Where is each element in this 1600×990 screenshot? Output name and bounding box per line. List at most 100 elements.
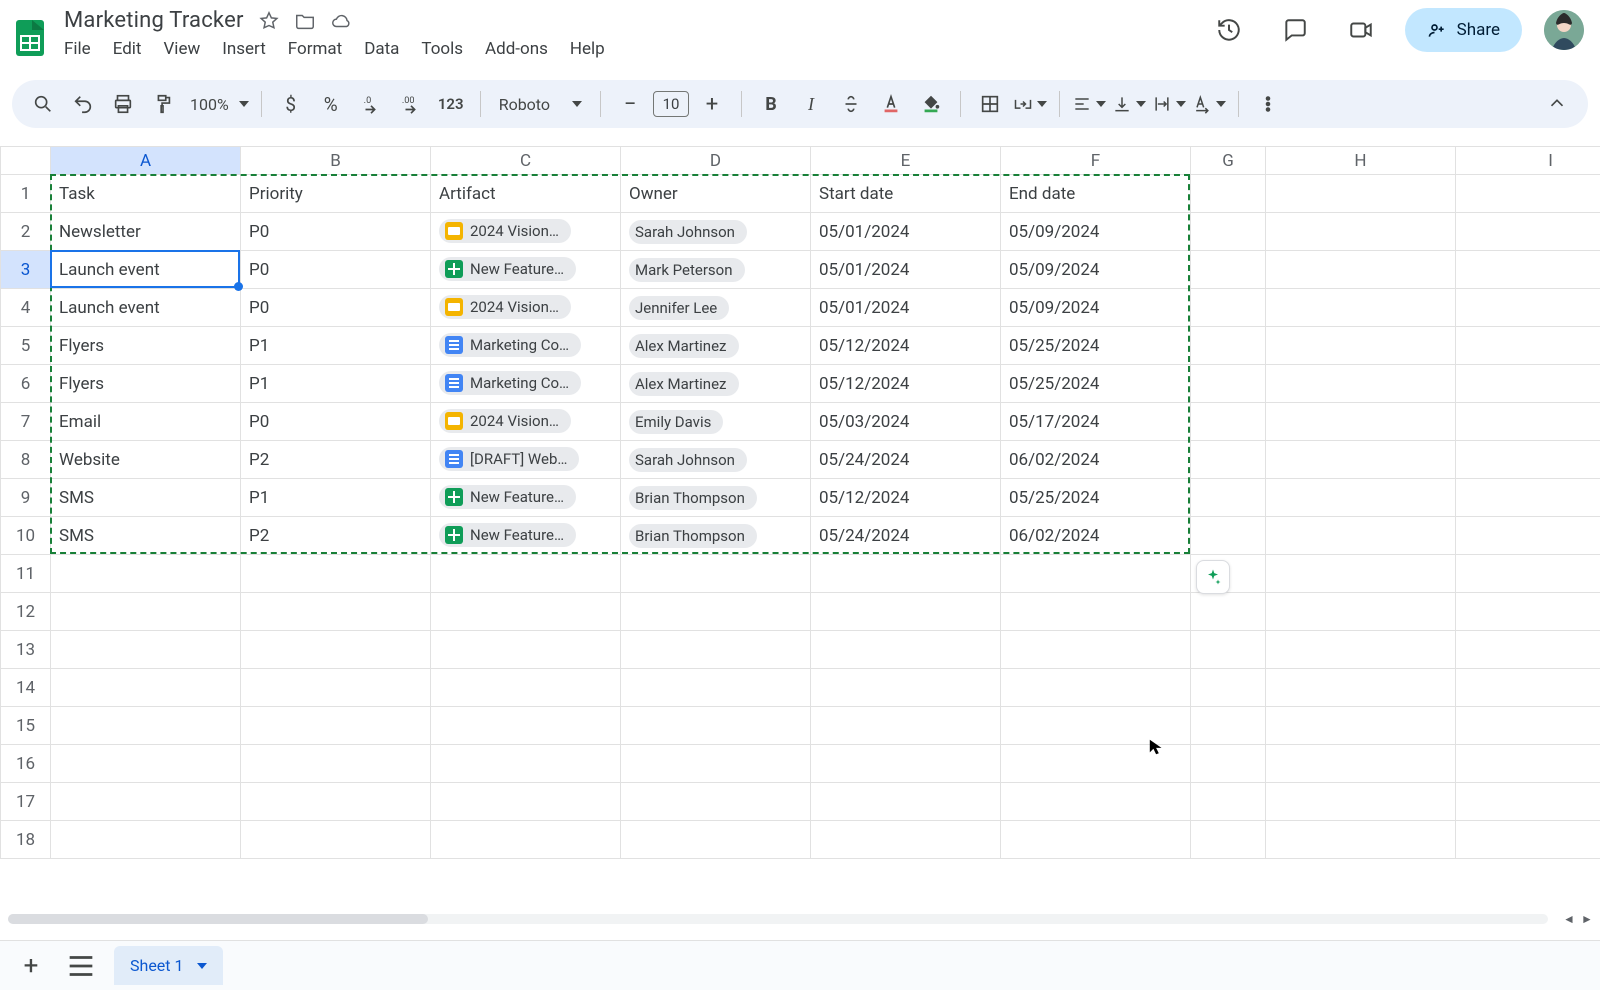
cell-C12[interactable] xyxy=(431,593,621,631)
cell-H10[interactable] xyxy=(1266,517,1456,555)
cell-C2[interactable]: 2024 Vision… xyxy=(431,213,621,251)
cell-I14[interactable] xyxy=(1456,669,1600,707)
cell-H16[interactable] xyxy=(1266,745,1456,783)
cell-B11[interactable] xyxy=(241,555,431,593)
increase-font-size-icon[interactable]: + xyxy=(695,87,729,121)
cell-C18[interactable] xyxy=(431,821,621,859)
cell-E4[interactable]: 05/01/2024 xyxy=(811,289,1001,327)
cell-D14[interactable] xyxy=(621,669,811,707)
print-icon[interactable] xyxy=(106,87,140,121)
cell-D17[interactable] xyxy=(621,783,811,821)
cell-F7[interactable]: 05/17/2024 xyxy=(1001,403,1191,441)
cell-B6[interactable]: P1 xyxy=(241,365,431,403)
cell-C5[interactable]: Marketing Co… xyxy=(431,327,621,365)
cell-H15[interactable] xyxy=(1266,707,1456,745)
cell-F4[interactable]: 05/09/2024 xyxy=(1001,289,1191,327)
cell-G10[interactable] xyxy=(1191,517,1266,555)
all-sheets-icon[interactable] xyxy=(64,949,98,983)
row-header-8[interactable]: 8 xyxy=(1,441,51,479)
cell-H7[interactable] xyxy=(1266,403,1456,441)
row-header-9[interactable]: 9 xyxy=(1,479,51,517)
column-header-C[interactable]: C xyxy=(431,147,621,175)
cell-D6[interactable]: Alex Martinez xyxy=(621,365,811,403)
cell-A3[interactable]: Launch event xyxy=(51,251,241,289)
cell-E10[interactable]: 05/24/2024 xyxy=(811,517,1001,555)
cell-F15[interactable] xyxy=(1001,707,1191,745)
column-header-H[interactable]: H xyxy=(1266,147,1456,175)
scroll-left-icon[interactable]: ◄ xyxy=(1562,912,1576,926)
paint-format-icon[interactable] xyxy=(146,87,180,121)
cell-I10[interactable] xyxy=(1456,517,1600,555)
cell-E17[interactable] xyxy=(811,783,1001,821)
cell-F16[interactable] xyxy=(1001,745,1191,783)
cell-B2[interactable]: P0 xyxy=(241,213,431,251)
more-formats-icon[interactable]: 123 xyxy=(434,87,468,121)
cell-F9[interactable]: 05/25/2024 xyxy=(1001,479,1191,517)
cell-D10[interactable]: Brian Thompson xyxy=(621,517,811,555)
search-icon[interactable] xyxy=(26,87,60,121)
cell-E18[interactable] xyxy=(811,821,1001,859)
cell-A5[interactable]: Flyers xyxy=(51,327,241,365)
cell-A2[interactable]: Newsletter xyxy=(51,213,241,251)
explore-button[interactable] xyxy=(1196,560,1230,594)
cell-B9[interactable]: P1 xyxy=(241,479,431,517)
vertical-align-icon[interactable] xyxy=(1112,87,1146,121)
cell-E13[interactable] xyxy=(811,631,1001,669)
cell-A7[interactable]: Email xyxy=(51,403,241,441)
font-size-input[interactable]: 10 xyxy=(653,91,689,117)
cell-E5[interactable]: 05/12/2024 xyxy=(811,327,1001,365)
cell-G1[interactable] xyxy=(1191,175,1266,213)
cell-A9[interactable]: SMS xyxy=(51,479,241,517)
cell-G7[interactable] xyxy=(1191,403,1266,441)
cell-G15[interactable] xyxy=(1191,707,1266,745)
cell-H3[interactable] xyxy=(1266,251,1456,289)
cell-E6[interactable]: 05/12/2024 xyxy=(811,365,1001,403)
owner-chip[interactable]: Mark Peterson xyxy=(629,258,745,282)
cell-B17[interactable] xyxy=(241,783,431,821)
row-header-11[interactable]: 11 xyxy=(1,555,51,593)
row-header-6[interactable]: 6 xyxy=(1,365,51,403)
cell-H1[interactable] xyxy=(1266,175,1456,213)
cell-F18[interactable] xyxy=(1001,821,1191,859)
cell-E16[interactable] xyxy=(811,745,1001,783)
add-sheet-icon[interactable]: + xyxy=(14,949,48,983)
cell-H18[interactable] xyxy=(1266,821,1456,859)
cell-F2[interactable]: 05/09/2024 xyxy=(1001,213,1191,251)
cell-F6[interactable]: 05/25/2024 xyxy=(1001,365,1191,403)
cell-G5[interactable] xyxy=(1191,327,1266,365)
horizontal-scrollbar-thumb[interactable] xyxy=(8,914,428,924)
row-header-1[interactable]: 1 xyxy=(1,175,51,213)
cell-D16[interactable] xyxy=(621,745,811,783)
cell-D9[interactable]: Brian Thompson xyxy=(621,479,811,517)
cell-C6[interactable]: Marketing Co… xyxy=(431,365,621,403)
meet-icon[interactable] xyxy=(1339,8,1383,52)
cell-F8[interactable]: 06/02/2024 xyxy=(1001,441,1191,479)
menu-data[interactable]: Data xyxy=(364,39,399,59)
cell-D11[interactable] xyxy=(621,555,811,593)
cell-C11[interactable] xyxy=(431,555,621,593)
cell-I8[interactable] xyxy=(1456,441,1600,479)
cell-E15[interactable] xyxy=(811,707,1001,745)
cell-G18[interactable] xyxy=(1191,821,1266,859)
cell-D12[interactable] xyxy=(621,593,811,631)
cell-D2[interactable]: Sarah Johnson xyxy=(621,213,811,251)
cell-C1[interactable]: Artifact xyxy=(431,175,621,213)
undo-icon[interactable] xyxy=(66,87,100,121)
artifact-chip[interactable]: New Feature… xyxy=(439,523,576,547)
menu-addons[interactable]: Add-ons xyxy=(485,39,548,59)
row-header-18[interactable]: 18 xyxy=(1,821,51,859)
owner-chip[interactable]: Sarah Johnson xyxy=(629,220,747,244)
cell-B5[interactable]: P1 xyxy=(241,327,431,365)
format-currency-icon[interactable]: $ xyxy=(274,87,308,121)
cell-H5[interactable] xyxy=(1266,327,1456,365)
cell-B16[interactable] xyxy=(241,745,431,783)
row-header-2[interactable]: 2 xyxy=(1,213,51,251)
cell-D4[interactable]: Jennifer Lee xyxy=(621,289,811,327)
cell-F14[interactable] xyxy=(1001,669,1191,707)
cell-F17[interactable] xyxy=(1001,783,1191,821)
artifact-chip[interactable]: 2024 Vision… xyxy=(439,219,571,243)
menu-format[interactable]: Format xyxy=(288,39,342,59)
cell-A1[interactable]: Task xyxy=(51,175,241,213)
row-header-12[interactable]: 12 xyxy=(1,593,51,631)
menu-insert[interactable]: Insert xyxy=(222,39,266,59)
